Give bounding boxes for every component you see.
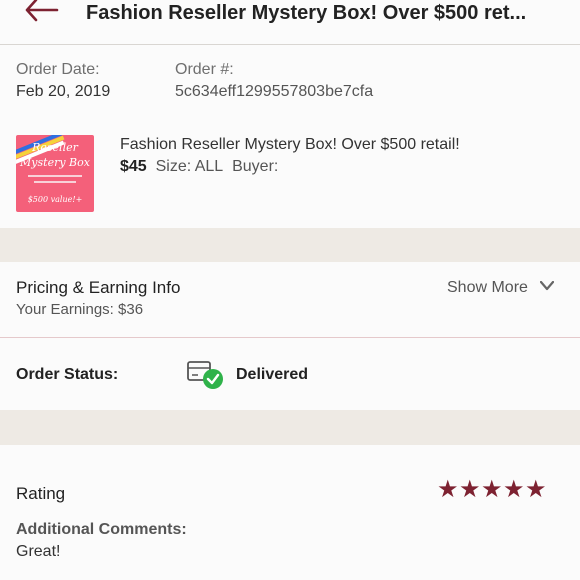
item-size: Size: ALL <box>155 158 224 175</box>
order-status-label: Order Status: <box>16 366 119 383</box>
show-more-button[interactable]: Show More <box>447 279 528 297</box>
package-delivered-icon <box>187 361 223 389</box>
order-details: Order Date: Feb 20, 2019 Order #: 5c634e… <box>0 45 580 228</box>
rating-title: Rating <box>16 484 66 503</box>
earnings-text: Your Earnings: $36 <box>16 301 144 318</box>
section-divider <box>0 228 580 262</box>
chevron-down-icon[interactable] <box>540 281 554 291</box>
item-price: $45 <box>120 158 147 175</box>
order-status-section: Order Status: Delivered <box>0 338 580 410</box>
back-arrow-icon[interactable] <box>24 0 60 26</box>
thumbnail-line-1: Reseller <box>32 141 78 154</box>
star-rating: ★★★★★ <box>437 475 547 504</box>
order-date-value: Feb 20, 2019 <box>16 83 111 100</box>
comments-label: Additional Comments: <box>16 521 187 538</box>
star-icon: ★ <box>437 476 460 503</box>
section-divider <box>0 410 580 445</box>
pricing-title: Pricing & Earning Info <box>16 278 181 297</box>
rating-section: Rating ★★★★★ Additional Comments: Great! <box>0 445 580 580</box>
buyer-name-redacted <box>288 158 393 184</box>
thumbnail-line-2: Mystery Box <box>20 156 90 169</box>
star-icon: ★ <box>525 476 548 503</box>
top-bar: Fashion Reseller Mystery Box! Over $500 … <box>0 0 580 45</box>
star-icon: ★ <box>459 476 482 503</box>
buyer-label: Buyer: <box>232 158 279 175</box>
page-title: Fashion Reseller Mystery Box! Over $500 … <box>86 2 527 24</box>
order-date-label: Order Date: <box>16 61 100 78</box>
star-icon: ★ <box>503 476 526 503</box>
thumbnail-line-3: $500 value!+ <box>27 195 83 204</box>
item-meta: $45 Size: ALL Buyer: <box>120 158 278 176</box>
pricing-section[interactable]: Pricing & Earning Info Your Earnings: $3… <box>0 262 580 338</box>
star-icon: ★ <box>481 476 504 503</box>
item-title[interactable]: Fashion Reseller Mystery Box! Over $500 … <box>120 136 460 154</box>
order-number-value: 5c634eff1299557803be7cfa <box>175 83 374 100</box>
comments-value: Great! <box>16 543 61 560</box>
order-number-label: Order #: <box>175 61 234 78</box>
item-thumbnail[interactable]: Reseller Mystery Box $500 value!+ <box>16 135 94 212</box>
order-status-value: Delivered <box>236 366 309 383</box>
